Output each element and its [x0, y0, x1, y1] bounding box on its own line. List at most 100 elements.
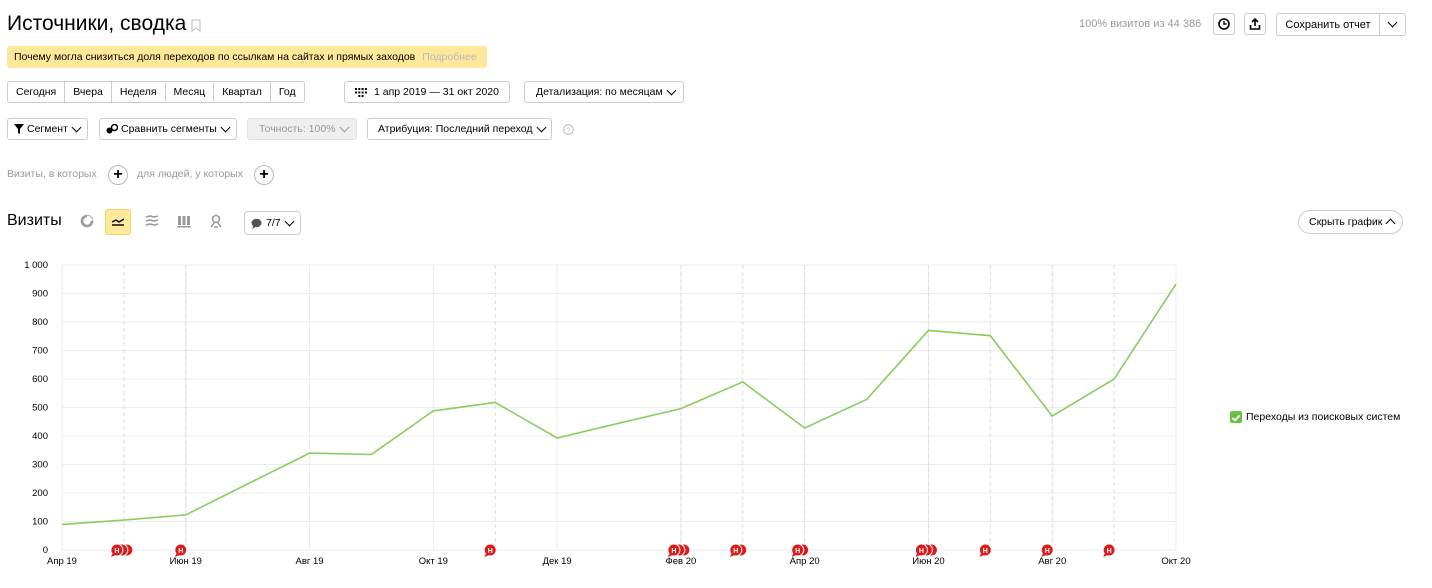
annotation-marker-label: Н [178, 548, 183, 555]
date-range-label: 1 апр 2019 — 31 окт 2020 [374, 86, 499, 98]
y-tick-label: 100 [32, 517, 48, 528]
comment-icon [251, 218, 262, 229]
x-tick-label: Июн 19 [170, 556, 202, 567]
y-tick-label: 800 [32, 317, 48, 328]
date-range-button[interactable]: 1 апр 2019 — 31 окт 2020 [344, 81, 510, 103]
line-chart-icon[interactable] [105, 209, 131, 235]
annotation-marker-label: Н [733, 548, 738, 555]
detail-label: Детализация: по месяцам [536, 86, 663, 98]
help-icon[interactable]: ? [563, 124, 574, 135]
attribution-label: Атрибуция: Последний переход [378, 123, 533, 135]
y-tick-label: 300 [32, 460, 48, 471]
compare-label: Сравнить сегменты [121, 123, 217, 135]
x-tick-label: Апр 20 [790, 556, 820, 567]
annotation-marker-label: Н [919, 548, 924, 555]
y-tick-label: 900 [32, 289, 48, 300]
x-tick-label: Окт 20 [1161, 556, 1190, 567]
notice-banner: Почему могла снизиться доля переходов по… [7, 46, 487, 68]
compare-segments-button[interactable]: Сравнить сегменты [99, 118, 237, 140]
chevron-down-icon [666, 85, 677, 95]
chart-title: Визиты [7, 212, 62, 229]
export-button[interactable] [1244, 13, 1266, 35]
annotation-marker-label: Н [1045, 548, 1050, 555]
filter-icon [14, 124, 24, 134]
period-year[interactable]: Год [269, 82, 304, 102]
x-axis-labels: Апр 19 Июн 19 Авг 19 Окт 19 Дек 19 Фев 20 Апр … [47, 556, 1191, 567]
chevron-down-icon [1387, 17, 1398, 28]
legend-checkbox[interactable] [1230, 411, 1242, 423]
compare-icon [106, 124, 118, 134]
annotation-marker: Н [1102, 543, 1116, 557]
calendar-icon [355, 87, 367, 97]
chevron-down-icon [339, 122, 349, 132]
x-tick-label: Авг 20 [1038, 556, 1066, 567]
y-tick-label: 400 [32, 431, 48, 442]
segment-button[interactable]: Сегмент [7, 118, 88, 140]
grid-layer [61, 264, 1177, 551]
chevron-up-icon [1385, 218, 1396, 229]
detail-dropdown[interactable]: Детализация: по месяцам [524, 81, 684, 103]
chevron-down-icon [71, 122, 82, 132]
y-tick-label: 500 [32, 403, 48, 414]
plus-icon: + [259, 166, 269, 183]
period-month[interactable]: Месяц [164, 82, 214, 102]
period-quarter[interactable]: Квартал [213, 82, 270, 102]
notes-count: 7/7 [266, 217, 281, 229]
annotation-marker: Н [978, 543, 992, 557]
series-line [61, 283, 1177, 526]
area-chart-icon[interactable] [145, 214, 159, 228]
check-icon [1231, 414, 1241, 422]
line-chart-glyph [111, 218, 125, 226]
upload-icon [1249, 18, 1261, 30]
annotation-marker-label: Н [983, 548, 988, 555]
y-tick-label: 1 000 [24, 260, 48, 271]
y-axis-labels: 0 100 200 300 400 500 600 700 800 900 1 000 [24, 260, 48, 556]
pie-chart-icon[interactable] [80, 214, 94, 228]
x-tick-label: Апр 19 [47, 556, 77, 567]
annotation-marker-label: Н [488, 548, 493, 555]
history-button[interactable] [1213, 13, 1235, 35]
add-people-condition-button[interactable]: + [254, 165, 274, 185]
visits-share-text: 100% визитов из 44 386 [1079, 18, 1202, 30]
map-icon[interactable] [209, 214, 223, 228]
accuracy-label: Точность: 100% [259, 123, 336, 135]
clock-icon [1218, 18, 1230, 30]
segment-label: Сегмент [27, 123, 68, 135]
save-report-button[interactable]: Сохранить отчет [1276, 13, 1380, 36]
plus-icon: + [113, 166, 123, 183]
annotation-marker-label: Н [114, 548, 119, 555]
period-week[interactable]: Неделя [110, 82, 165, 102]
hide-chart-button[interactable]: Скрыть график [1298, 210, 1404, 234]
y-tick-label: 600 [32, 374, 48, 385]
period-today[interactable]: Сегодня [8, 82, 64, 102]
annotation-marker-label: Н [795, 548, 800, 555]
period-yesterday[interactable]: Вчера [64, 82, 111, 102]
accuracy-dropdown[interactable]: Точность: 100% [247, 118, 357, 140]
people-condition-label: для людей, у которых [137, 168, 243, 180]
chevron-down-icon [220, 122, 231, 132]
chevron-down-icon [536, 122, 546, 132]
notes-dropdown[interactable]: 7/7 [244, 211, 301, 235]
y-tick-label: 700 [32, 346, 48, 357]
bookmark-icon[interactable] [191, 19, 201, 32]
visits-condition-label: Визиты, в которых [7, 168, 97, 180]
save-report-dropdown[interactable] [1379, 13, 1406, 36]
period-group: Сегодня Вчера Неделя Месяц Квартал Год [7, 81, 305, 103]
x-tick-label: Июн 20 [912, 556, 944, 567]
attribution-dropdown[interactable]: Атрибуция: Последний переход [367, 118, 552, 140]
page-title: Источники, сводка [7, 12, 187, 35]
x-tick-label: Дек 19 [543, 556, 572, 567]
x-tick-label: Окт 19 [419, 556, 448, 567]
notice-text: Почему могла снизиться доля переходов по… [14, 51, 416, 63]
x-tick-label: Авг 19 [296, 556, 324, 567]
annotation-marker-label: Н [671, 548, 676, 555]
visits-line-chart: 0 100 200 300 400 500 600 700 800 900 1 000 Апр 19… [24, 260, 1191, 567]
chevron-down-icon [284, 216, 295, 226]
y-tick-label: 200 [32, 488, 48, 499]
x-tick-label: Фев 20 [666, 556, 697, 567]
add-visits-condition-button[interactable]: + [108, 165, 128, 185]
notice-more-link[interactable]: Подробнее [422, 51, 476, 63]
svg-text:?: ? [567, 127, 571, 134]
bar-chart-icon[interactable] [177, 214, 191, 228]
legend-label[interactable]: Переходы из поисковых систем [1246, 411, 1400, 423]
